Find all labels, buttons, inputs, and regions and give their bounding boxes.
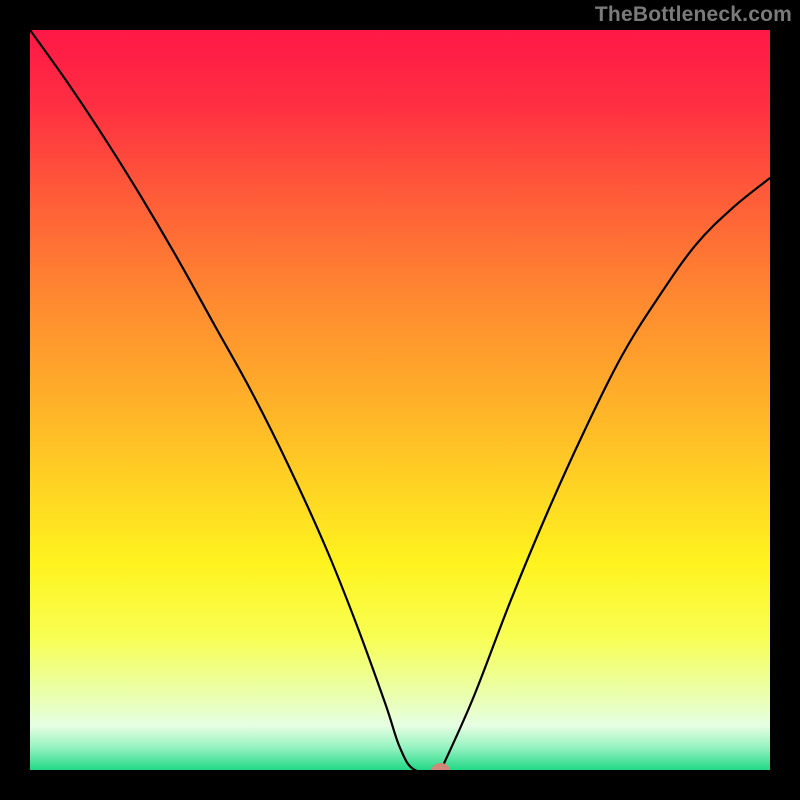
bottleneck-chart (30, 30, 770, 770)
chart-background (30, 30, 770, 770)
watermark: TheBottleneck.com (595, 3, 792, 27)
chart-frame: TheBottleneck.com (0, 0, 800, 800)
